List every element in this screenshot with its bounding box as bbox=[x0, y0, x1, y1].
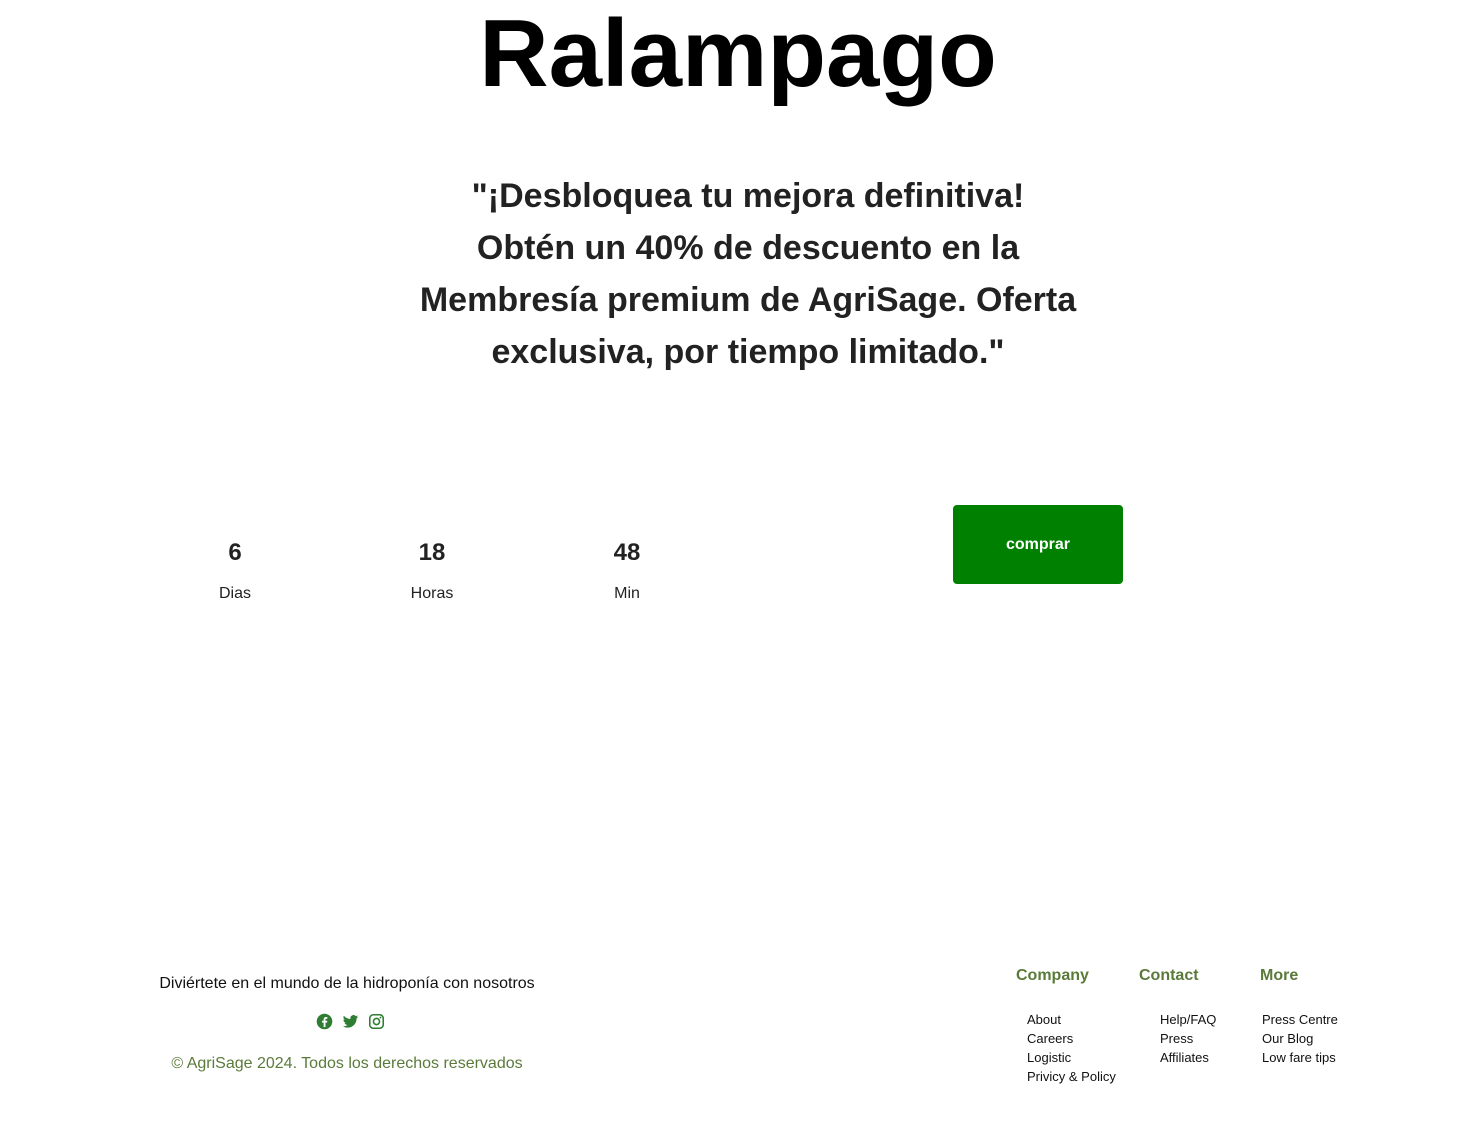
footer-column-title: Company bbox=[1016, 967, 1089, 984]
promo-text: "¡Desbloquea tu mejora definitiva! Obtén… bbox=[419, 177, 1077, 371]
footer-column-company: Company About Careers Logistic Privicy &… bbox=[1016, 966, 1116, 1086]
footer-column-more: More Press Centre Our Blog Low fare tips bbox=[1260, 966, 1338, 1067]
countdown-hours-value: 18 bbox=[418, 539, 446, 566]
footer-link-press-centre[interactable]: Press Centre bbox=[1262, 1010, 1338, 1029]
footer-column-title: More bbox=[1260, 967, 1299, 984]
countdown-minutes-value: 48 bbox=[613, 539, 641, 566]
footer-link-affiliates[interactable]: Affiliates bbox=[1160, 1048, 1216, 1067]
footer-link-press[interactable]: Press bbox=[1160, 1029, 1216, 1048]
countdown-hours-label: Horas bbox=[410, 585, 454, 602]
footer-link-about[interactable]: About bbox=[1027, 1010, 1116, 1029]
footer-link-help-faq[interactable]: Help/FAQ bbox=[1160, 1010, 1216, 1029]
footer-link-our-blog[interactable]: Our Blog bbox=[1262, 1029, 1338, 1048]
copyright-text: © AgriSage 2024. Todos los derechos rese… bbox=[171, 1055, 523, 1072]
instagram-icon[interactable] bbox=[368, 1013, 385, 1030]
countdown-hours: 18 Horas bbox=[372, 536, 492, 604]
footer-tagline: Diviértete en el mundo de la hidroponía … bbox=[159, 975, 535, 992]
footer-link-privacy-policy[interactable]: Privicy & Policy bbox=[1027, 1067, 1116, 1086]
footer-link-logistic[interactable]: Logistic bbox=[1027, 1048, 1116, 1067]
hero-title: Ralampago bbox=[479, 0, 997, 107]
footer-column-title: Contact bbox=[1139, 967, 1199, 984]
countdown-days-label: Dias bbox=[218, 585, 251, 602]
buy-button[interactable]: comprar bbox=[953, 505, 1123, 584]
countdown-minutes: 48 Min bbox=[567, 536, 687, 604]
footer-column-contact: Contact Help/FAQ Press Affiliates bbox=[1139, 966, 1216, 1067]
countdown-days-value: 6 bbox=[228, 539, 242, 566]
footer-link-careers[interactable]: Careers bbox=[1027, 1029, 1116, 1048]
facebook-icon[interactable] bbox=[316, 1013, 333, 1030]
social-links bbox=[316, 1013, 385, 1033]
countdown-days: 6 Dias bbox=[175, 536, 295, 604]
twitter-icon[interactable] bbox=[342, 1013, 359, 1030]
footer-link-low-fare-tips[interactable]: Low fare tips bbox=[1262, 1048, 1338, 1067]
countdown-minutes-label: Min bbox=[614, 585, 640, 602]
